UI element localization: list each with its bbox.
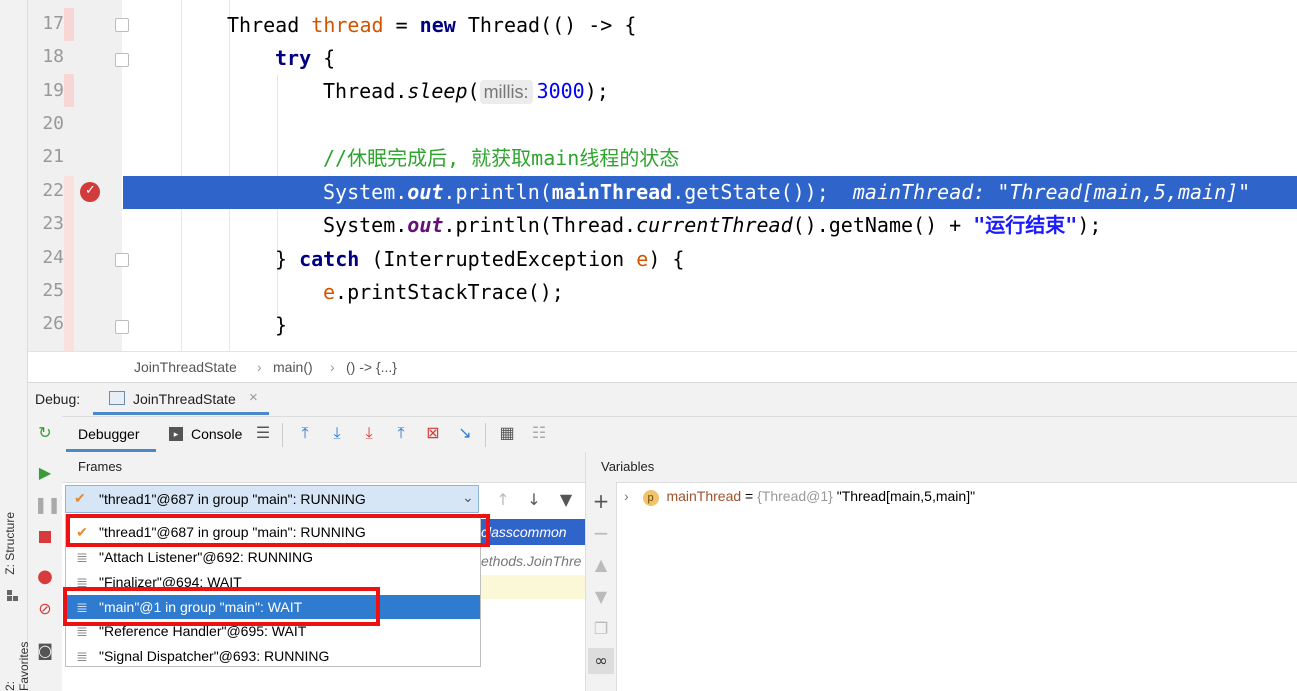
code-line-25: e.printStackTrace(); [323,280,564,304]
run-to-cursor-icon[interactable]: ↘ [454,423,476,445]
line-number: 18 [42,46,64,67]
close-icon[interactable]: × [249,389,258,406]
frames-panel: Frames ✔ "thread1"@687 in group "main": … [62,452,586,691]
breadcrumb-separator: › [257,359,262,375]
frame-row[interactable]: classcommon [481,519,585,545]
move-down-icon[interactable]: ▼ [590,586,612,608]
change-marker [64,74,74,107]
variables-toolbar: + − ▲ ▼ ❐ ∞ [586,482,617,691]
mute-breakpoints-icon[interactable]: ⊘ [34,598,56,620]
debugger-toolbar: Debugger ▸ Console ☰ ⤒ ⤓ ⤓ ⤒ ⊠ ↘ ▦ ☷ [62,416,1297,454]
breadcrumb-item[interactable]: main() [273,359,313,375]
code-line-22: System.out.println(mainThread.getState()… [323,180,1251,204]
window-icon [109,391,125,405]
line-number: 26 [42,313,64,334]
frame-row[interactable] [481,575,585,599]
code-line-21: //休眠完成后, 就获取main线程的状态 [323,146,680,170]
left-tool-strip: Z: Structure 2: Favorites [0,0,31,691]
variables-panel: Variables + − ▲ ▼ ❐ ∞ › p mainThread = {… [586,452,1297,691]
annotation-box [66,514,490,547]
code-line-18: try { [275,46,336,70]
tab-debugger[interactable]: Debugger [66,417,156,452]
line-number: 22 [42,180,64,201]
arrow-up-icon[interactable]: ↑ [492,489,514,511]
debug-session-tab[interactable]: JoinThreadState × [93,383,269,415]
evaluate-expression-icon[interactable]: ▦ [496,423,518,445]
change-marker [64,8,74,41]
change-marker [64,176,74,351]
breakpoint-icon[interactable]: ✓ [80,182,100,202]
variables-header: Variables [586,452,1297,483]
step-into-icon[interactable]: ⤓ [358,423,380,445]
tab-console[interactable]: Console [191,426,242,442]
breadcrumb: JoinThreadState › main() › () -> {...} [28,351,1297,383]
favorites-tab[interactable]: 2: Favorites [3,630,31,691]
toolbar-divider [485,423,486,447]
chevron-right-icon: › [624,488,629,504]
toolbar-divider [282,423,283,447]
step-over-icon[interactable]: ⤓ [326,423,348,445]
debug-label: Debug: [35,391,81,407]
camera-icon[interactable]: ◙ [34,640,56,662]
debug-side-toolbar: ↻ ▶ ❚❚ ● ⊘ ◙ [28,416,63,691]
view-breakpoints-icon[interactable]: ● [34,566,56,588]
parameter-badge-icon: p [642,490,659,506]
inline-debug-value: mainThread: "Thread[main,5,main]" [852,180,1251,204]
thread-icon: ≣ [76,549,88,565]
step-out-icon[interactable]: ⤒ [390,423,412,445]
drop-frame-icon[interactable]: ⊠ [422,423,444,445]
breadcrumb-separator: › [330,359,335,375]
check-icon: ✔ [74,490,86,506]
menu-icon[interactable]: ☰ [252,423,274,445]
chevron-down-icon: ⌄ [462,489,474,505]
fold-icon[interactable] [115,320,129,334]
frames-header: Frames [62,452,585,483]
line-number: 25 [42,280,64,301]
code-line-24: } catch (InterruptedException e) { [275,247,685,271]
glasses-icon[interactable]: ∞ [588,648,614,674]
filter-icon[interactable]: ▼ [555,489,577,511]
thread-selector[interactable]: ✔ "thread1"@687 in group "main": RUNNING… [65,485,479,513]
remove-watch-icon[interactable]: − [590,522,612,544]
code-line-23: System.out.println(Thread.currentThread(… [323,213,1102,237]
line-number: 20 [42,113,64,134]
trace-icon[interactable]: ☷ [528,423,550,445]
breadcrumb-item[interactable]: JoinThreadState [134,359,237,375]
stop-icon[interactable] [34,526,56,548]
fold-icon[interactable] [115,18,129,32]
annotation-box [63,587,380,626]
code-line-17: Thread thread = new Thread(() -> { [227,13,637,37]
resume-icon[interactable]: ▶ [34,462,56,484]
variable-row[interactable]: › p mainThread = {Thread@1} "Thread[main… [624,488,975,506]
console-icon: ▸ [169,427,183,441]
thread-icon: ≣ [76,648,88,664]
line-number: 23 [42,213,64,234]
code-editor[interactable]: 17 18 19 20 21 22 23 24 25 26 ✓ Thread t… [28,0,1297,351]
thread-item[interactable]: ≣ "Attach Listener"@692: RUNNING [66,545,480,569]
structure-icon [7,590,19,602]
breadcrumb-item[interactable]: () -> {...} [346,359,397,375]
arrow-down-icon[interactable]: ↓ [523,489,545,511]
debug-tool-window-header: Debug: JoinThreadState × [28,382,1297,417]
fold-icon[interactable] [115,53,129,67]
pause-icon[interactable]: ❚❚ [34,494,61,516]
code-line-26: } [275,313,288,337]
code-line-19: Thread.sleep(millis: 3000); [323,79,609,104]
line-number: 19 [42,80,64,101]
line-number: 21 [42,146,64,167]
line-number: 24 [42,247,64,268]
parameter-hint: millis: [479,80,533,104]
structure-tab[interactable]: Z: Structure [3,512,17,575]
copy-icon[interactable]: ❐ [590,618,612,640]
thread-item[interactable]: ≣ "Signal Dispatcher"@693: RUNNING [66,644,480,668]
rerun-icon[interactable]: ↻ [34,422,56,444]
fold-icon[interactable] [115,253,129,267]
add-watch-icon[interactable]: + [590,490,612,512]
line-number: 17 [42,13,64,34]
move-up-icon[interactable]: ▲ [590,554,612,576]
frame-row[interactable]: ethods.JoinThre [481,548,585,574]
show-execution-point-icon[interactable]: ⤒ [294,423,316,445]
